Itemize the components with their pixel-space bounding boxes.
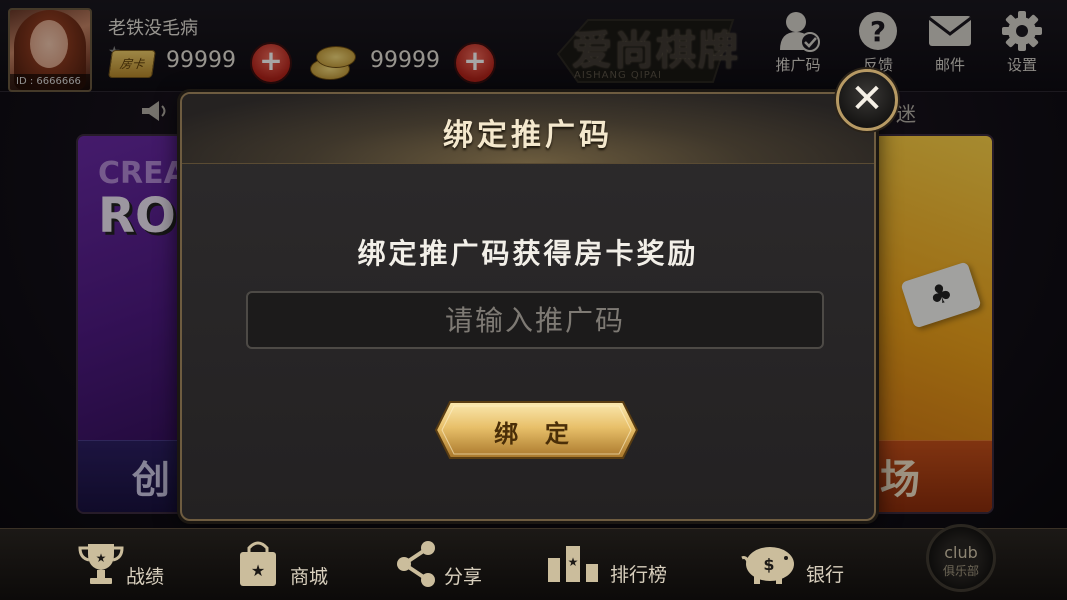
dialog-title: 绑定推广码 xyxy=(443,118,613,153)
club-sublabel: 俱乐部 xyxy=(942,564,979,578)
bind-button-label: 绑 定 xyxy=(494,421,579,448)
nav-leaderboard-label: 排行榜 xyxy=(610,564,668,586)
nav-record[interactable]: ★ 战绩 xyxy=(76,538,176,594)
svg-text:★: ★ xyxy=(251,561,265,580)
svg-text:$: $ xyxy=(763,555,774,574)
shopping-bag-icon: ★ xyxy=(240,541,276,586)
club-label: club xyxy=(944,543,978,562)
nav-shop-label: 商城 xyxy=(290,566,329,588)
club-button[interactable]: club 俱乐部 xyxy=(926,524,996,592)
nav-record-label: 战绩 xyxy=(126,566,165,588)
close-dialog-button[interactable]: ✕ xyxy=(836,69,898,131)
dialog-header: 绑定推广码 xyxy=(182,94,874,164)
nav-shop[interactable]: ★ 商城 xyxy=(234,538,334,594)
close-icon: ✕ xyxy=(850,76,884,122)
leaderboard-icon: ★ xyxy=(548,546,598,582)
nav-bank-label: 银行 xyxy=(806,564,845,586)
svg-text:★: ★ xyxy=(96,551,107,565)
share-icon xyxy=(397,541,435,587)
bind-button[interactable]: 绑 定 xyxy=(434,400,639,460)
bind-promo-dialog: 绑定推广码 绑定推广码获得房卡奖励 绑 定 xyxy=(180,92,876,521)
nav-bank[interactable]: $ 银行 xyxy=(740,538,850,594)
nav-leaderboard[interactable]: ★ 排行榜 xyxy=(544,536,674,592)
nav-share[interactable]: 分享 xyxy=(392,538,492,594)
piggy-bank-icon: $ xyxy=(741,547,794,584)
dialog-subtitle: 绑定推广码获得房卡奖励 xyxy=(357,237,699,270)
trophy-icon: ★ xyxy=(78,544,124,584)
nav-share-label: 分享 xyxy=(444,566,483,588)
svg-text:★: ★ xyxy=(568,555,579,569)
promo-code-input[interactable] xyxy=(246,291,824,349)
